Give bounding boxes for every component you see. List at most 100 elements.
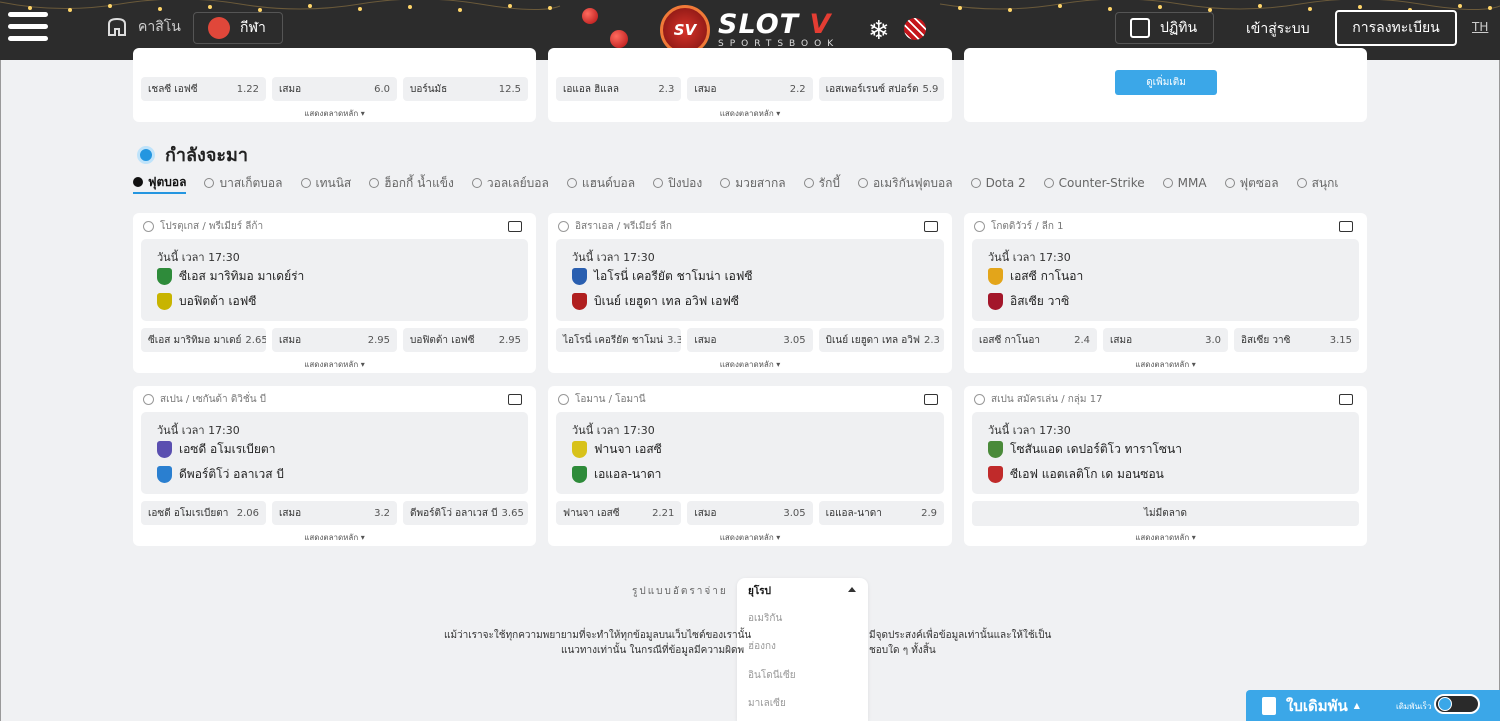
stats-icon[interactable] (924, 221, 938, 232)
login-link[interactable]: เข้าสู่ระบบ (1246, 18, 1310, 40)
odd-home[interactable]: เอซดี อโมเรเบียตา 2.06 (141, 501, 266, 525)
show-main-market-link[interactable]: แสดงตลาดหลัก ▾ (964, 531, 1367, 544)
team-crest-icon (572, 441, 587, 458)
tab-sport[interactable]: ฟุตซอล (1224, 172, 1279, 194)
bet-slip-bar[interactable]: ใบเดิมพัน ▲ เดิมพันเร็ว (1246, 690, 1500, 721)
tab-sport[interactable]: มวยสากล (720, 172, 786, 194)
quick-bet-toggle[interactable] (1434, 694, 1480, 714)
odd-home[interactable]: เชลซี เอฟซี 1.22 (141, 77, 266, 101)
odd-draw[interactable]: เสมอ 3.0 (1103, 328, 1228, 352)
team-home: เอซดี อโมเรเบียตา (157, 440, 275, 459)
team-away: ซีเอฟ แอตเลติโก เด มอนซอน (988, 465, 1164, 484)
odd-home[interactable]: เอสซี กาโนอา 2.4 (972, 328, 1097, 352)
globe-icon (143, 221, 154, 232)
odd-draw[interactable]: เสมอ 6.0 (272, 77, 397, 101)
league-name[interactable]: โอมาน / โอมานี (558, 392, 646, 407)
odds-format-dropdown[interactable]: ยุโรป อเมริกัน ฮ่องกง อินโดนีเซีย มาเลเซ… (737, 578, 868, 721)
show-main-market-link[interactable]: แสดงตลาดหลัก ▾ (133, 531, 536, 544)
team-home: ไอโรนี่ เคอรียัต ชาโมน่า เอฟซี (572, 267, 753, 286)
tab-sport[interactable]: สนุกเ (1296, 172, 1339, 194)
odd-away[interactable]: ดีพอร์ติโว่ อลาเวส บี 3.65 (403, 501, 528, 525)
match-info[interactable]: วันนี้ เวลา 17:30 เอซดี อโมเรเบียตา ดีพอร์… (141, 412, 528, 494)
ornament-icon (582, 8, 598, 24)
tab-sport[interactable]: รักบี้ (803, 172, 840, 194)
team-home: โซสันแอด เดปอร์ติโว ทาราโซนา (988, 440, 1182, 459)
register-button[interactable]: การลงทะเบียน (1335, 10, 1457, 46)
menu-icon[interactable] (8, 12, 48, 44)
team-away: บิเนย์ เยฮูดา เทล อวิฟ เอฟซี (572, 292, 739, 311)
match-info[interactable]: วันนี้ เวลา 17:30 ไอโรนี่ เคอรียัต ชาโมน่… (556, 239, 944, 321)
tab-sport[interactable]: Counter-Strike (1043, 172, 1145, 194)
language-selector[interactable]: TH (1472, 20, 1488, 34)
stats-icon[interactable] (508, 394, 522, 405)
caret-up-icon: ▲ (1353, 701, 1360, 710)
sport-icon (471, 178, 482, 188)
match-info[interactable]: วันนี้ เวลา 17:30 โซสันแอด เดปอร์ติโว ทาร… (972, 412, 1359, 494)
odd-draw[interactable]: เสมอ 3.05 (687, 328, 813, 352)
tab-sport[interactable]: ปิงปอง (653, 172, 702, 194)
tab-sport[interactable]: MMA (1162, 172, 1207, 194)
calendar-button[interactable]: ปฏิทิน (1115, 12, 1214, 44)
casino-link[interactable]: คาสิโน (106, 16, 181, 38)
odd-home[interactable]: ฟานจา เอสซี 2.21 (556, 501, 682, 525)
tab-sport[interactable]: อเมริกันฟุตบอล (857, 172, 953, 194)
ornament-icon (904, 18, 926, 40)
stats-icon[interactable] (924, 394, 938, 405)
odds-format-option[interactable]: อเมริกัน (748, 611, 782, 626)
team-crest-icon (572, 268, 587, 285)
show-main-market-link[interactable]: แสดงตลาดหลัก ▾ (548, 107, 952, 120)
tab-label: สนุกเ (1311, 175, 1339, 190)
match-info[interactable]: วันนี้ เวลา 17:30 ฟานจา เอสซี เอแอล-นาดา (556, 412, 944, 494)
sport-icon (803, 178, 814, 188)
odd-away[interactable]: บอร์นมัธ 12.5 (403, 77, 528, 101)
odd-away[interactable]: บอฟิตต้า เอฟซี 2.95 (403, 328, 528, 352)
tab-sport[interactable]: เทนนิส (300, 172, 351, 194)
odd-draw[interactable]: เสมอ 3.2 (272, 501, 397, 525)
odds-format-option[interactable]: อินโดนีเซีย (748, 668, 796, 683)
league-name[interactable]: โปรตุเกส / พรีเมียร์ ลีก้า (143, 219, 263, 234)
odd-home[interactable]: ซีเอส มาริทิมอ มาเดย์ 2.65 (141, 328, 266, 352)
league-name[interactable]: สเปน สมัครเล่น / กลุ่ม 17 (974, 392, 1102, 407)
quick-bet-label: เดิมพันเร็ว (1396, 702, 1432, 711)
odd-away[interactable]: อิสเซีย วาซิ 3.15 (1234, 328, 1359, 352)
odds-format-option[interactable]: มาเลเซีย (748, 696, 786, 711)
show-main-market-link[interactable]: แสดงตลาดหลัก ▾ (548, 358, 952, 371)
stats-icon[interactable] (508, 221, 522, 232)
sport-icon (857, 178, 868, 188)
match-info[interactable]: วันนี้ เวลา 17:30 ซีเอส มาริทิมอ มาเดย์ร่… (141, 239, 528, 321)
sport-label: กีฬา (240, 20, 266, 36)
stats-icon[interactable] (1339, 394, 1353, 405)
bet-slip-icon (1262, 696, 1276, 715)
league-name[interactable]: โกตดิวัวร์ / ลีก 1 (974, 219, 1063, 234)
match-info[interactable]: วันนี้ เวลา 17:30 เอสซี กาโนอา อิสเซีย วาซ… (972, 239, 1359, 321)
casino-icon (108, 17, 126, 36)
odd-away[interactable]: บิเนย์ เยฮูดา เทล อวิฟ 2.3 (818, 328, 944, 352)
odd-draw[interactable]: เสมอ 3.05 (687, 501, 813, 525)
odd-draw[interactable]: เสมอ 2.2 (687, 77, 813, 101)
show-main-market-link[interactable]: แสดงตลาดหลัก ▾ (133, 107, 536, 120)
stats-icon[interactable] (1339, 221, 1353, 232)
match-card-partial: เชลซี เอฟซี 1.22 เสมอ 6.0 บอร์นมัธ 12.5 แสด… (133, 48, 536, 122)
odd-away[interactable]: เอแอล-นาดา 2.9 (818, 501, 944, 525)
tab-sport[interactable]: วอลเลย์บอล (471, 172, 549, 194)
odds-format-option[interactable]: ฮ่องกง (748, 639, 776, 654)
league-name[interactable]: สเปน / เซกันด้า ดิวิชั่น บี (143, 392, 266, 407)
sport-button[interactable]: กีฬา (193, 12, 283, 44)
show-main-market-link[interactable]: แสดงตลาดหลัก ▾ (964, 358, 1367, 371)
tab-sport[interactable]: แฮนด์บอล (566, 172, 635, 194)
tab-sport[interactable]: ฟุตบอล (133, 172, 187, 194)
see-more-button[interactable]: ดูเพิ่มเติม (1115, 70, 1217, 95)
odd-away[interactable]: เอสเพอร์เรนซ์ สปอร์ต 5.9 (818, 77, 944, 101)
league-name[interactable]: อิสราเอล / พรีเมียร์ ลีก (558, 219, 672, 234)
odd-home[interactable]: เอแอล ฮิแลล 2.3 (556, 77, 682, 101)
tab-sport[interactable]: บาสเก็ตบอล (204, 172, 283, 194)
tab-sport[interactable]: ฮ็อกกี้ น้ำแข็ง (369, 172, 454, 194)
tab-sport[interactable]: Dota 2 (970, 172, 1026, 194)
odds-format-selected[interactable]: ยุโรป (748, 584, 771, 599)
disclaimer-text: แนวทางเท่านั้น ในกรณีที่ข้อมูลมีความผิดพ (561, 645, 745, 656)
show-main-market-link[interactable]: แสดงตลาดหลัก ▾ (548, 531, 952, 544)
odd-home[interactable]: ไอโรนี่ เคอรียัต ชาโมน่ 3.3 (556, 328, 682, 352)
match-time: วันนี้ เวลา 17:30 (157, 251, 240, 264)
show-main-market-link[interactable]: แสดงตลาดหลัก ▾ (133, 358, 536, 371)
odd-draw[interactable]: เสมอ 2.95 (272, 328, 397, 352)
